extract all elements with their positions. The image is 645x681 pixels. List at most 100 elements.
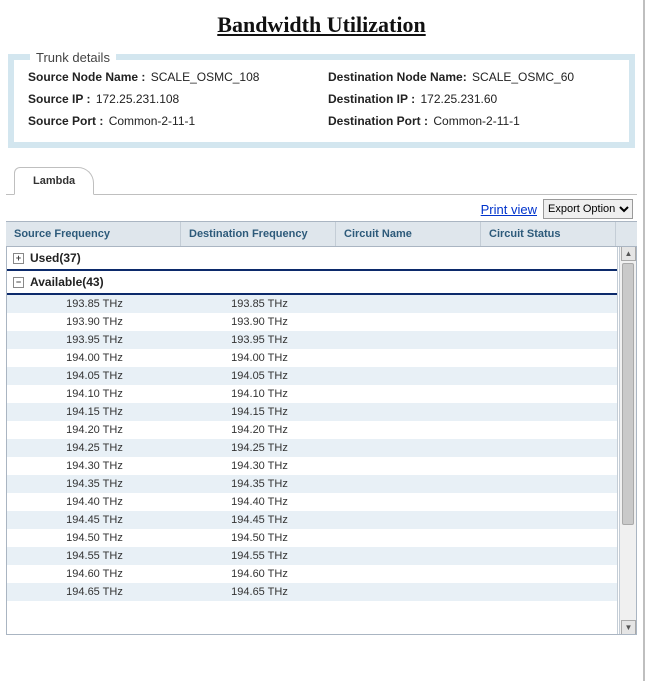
table-row[interactable]: 194.40 THz194.40 THz bbox=[7, 493, 617, 511]
src-port-field: Source Port : Common-2-11-1 bbox=[28, 114, 328, 128]
cell-dst: 194.35 THz bbox=[182, 475, 337, 493]
table-row[interactable]: 194.65 THz194.65 THz bbox=[7, 583, 617, 601]
page-title-text: Bandwidth Utilization bbox=[217, 12, 425, 37]
export-option-select[interactable]: Export Option bbox=[543, 199, 633, 219]
cell-dst: 194.20 THz bbox=[182, 421, 337, 439]
table-row[interactable]: 194.50 THz194.50 THz bbox=[7, 529, 617, 547]
dst-ip-field: Destination IP : 172.25.231.60 bbox=[328, 92, 619, 106]
cell-src: 194.50 THz bbox=[7, 529, 182, 547]
cell-src: 193.85 THz bbox=[7, 295, 182, 313]
cell-src: 194.60 THz bbox=[7, 565, 182, 583]
cell-status bbox=[482, 493, 617, 511]
scroll-thumb[interactable] bbox=[622, 263, 634, 525]
cell-name bbox=[337, 421, 482, 439]
collapse-icon[interactable]: − bbox=[13, 277, 24, 288]
grid-body[interactable]: + Used(37) − Available(43) 193.85 THz193… bbox=[7, 247, 618, 634]
cell-src: 194.10 THz bbox=[7, 385, 182, 403]
trunk-details-panel: Trunk details Source Node Name : SCALE_O… bbox=[8, 54, 635, 148]
cell-name bbox=[337, 583, 482, 601]
cell-dst: 193.90 THz bbox=[182, 313, 337, 331]
cell-src: 194.40 THz bbox=[7, 493, 182, 511]
scroll-down-arrow-icon[interactable]: ▼ bbox=[621, 620, 636, 635]
cell-dst: 194.50 THz bbox=[182, 529, 337, 547]
cell-status bbox=[482, 313, 617, 331]
column-circuit-status[interactable]: Circuit Status bbox=[481, 222, 616, 246]
cell-name bbox=[337, 493, 482, 511]
cell-dst: 194.65 THz bbox=[182, 583, 337, 601]
table-row[interactable]: 194.00 THz194.00 THz bbox=[7, 349, 617, 367]
dst-ip-label: Destination IP : bbox=[328, 92, 415, 106]
cell-src: 194.55 THz bbox=[7, 547, 182, 565]
toolbar: Print view Export Option bbox=[6, 195, 637, 221]
table-row[interactable]: 194.15 THz194.15 THz bbox=[7, 403, 617, 421]
cell-status bbox=[482, 349, 617, 367]
cell-status bbox=[482, 331, 617, 349]
print-view-link[interactable]: Print view bbox=[481, 202, 537, 217]
cell-src: 194.65 THz bbox=[7, 583, 182, 601]
src-port-value: Common-2-11-1 bbox=[109, 114, 195, 128]
table-row[interactable]: 194.35 THz194.35 THz bbox=[7, 475, 617, 493]
cell-src: 194.35 THz bbox=[7, 475, 182, 493]
cell-name bbox=[337, 331, 482, 349]
cell-dst: 194.60 THz bbox=[182, 565, 337, 583]
table-row[interactable]: 193.85 THz193.85 THz bbox=[7, 295, 617, 313]
cell-src: 193.95 THz bbox=[7, 331, 182, 349]
column-circuit-name[interactable]: Circuit Name bbox=[336, 222, 481, 246]
cell-name bbox=[337, 457, 482, 475]
table-row[interactable]: 193.95 THz193.95 THz bbox=[7, 331, 617, 349]
cell-dst: 194.55 THz bbox=[182, 547, 337, 565]
dst-node-field: Destination Node Name: SCALE_OSMC_60 bbox=[328, 70, 619, 84]
src-port-label: Source Port : bbox=[28, 114, 103, 128]
cell-dst: 194.40 THz bbox=[182, 493, 337, 511]
cell-name bbox=[337, 349, 482, 367]
cell-status bbox=[482, 403, 617, 421]
src-node-field: Source Node Name : SCALE_OSMC_108 bbox=[28, 70, 328, 84]
cell-status bbox=[482, 421, 617, 439]
cell-name bbox=[337, 565, 482, 583]
cell-name bbox=[337, 547, 482, 565]
table-row[interactable]: 194.30 THz194.30 THz bbox=[7, 457, 617, 475]
table-row[interactable]: 194.55 THz194.55 THz bbox=[7, 547, 617, 565]
scrollbar-vertical[interactable]: ▲ ▼ bbox=[619, 247, 636, 634]
cell-name bbox=[337, 439, 482, 457]
table-row[interactable]: 194.25 THz194.25 THz bbox=[7, 439, 617, 457]
cell-dst: 193.95 THz bbox=[182, 331, 337, 349]
table-row[interactable]: 194.20 THz194.20 THz bbox=[7, 421, 617, 439]
cell-name bbox=[337, 475, 482, 493]
group-available-label: Available(43) bbox=[30, 275, 104, 289]
src-ip-label: Source IP : bbox=[28, 92, 90, 106]
cell-src: 193.90 THz bbox=[7, 313, 182, 331]
table-row[interactable]: 193.90 THz193.90 THz bbox=[7, 313, 617, 331]
tab-lambda[interactable]: Lambda bbox=[14, 167, 94, 195]
src-node-value: SCALE_OSMC_108 bbox=[151, 70, 260, 84]
cell-status bbox=[482, 547, 617, 565]
table-row[interactable]: 194.45 THz194.45 THz bbox=[7, 511, 617, 529]
dst-port-label: Destination Port : bbox=[328, 114, 428, 128]
cell-status bbox=[482, 295, 617, 313]
cell-dst: 194.30 THz bbox=[182, 457, 337, 475]
scroll-up-arrow-icon[interactable]: ▲ bbox=[621, 247, 636, 261]
cell-dst: 194.15 THz bbox=[182, 403, 337, 421]
cell-src: 194.45 THz bbox=[7, 511, 182, 529]
cell-status bbox=[482, 565, 617, 583]
cell-status bbox=[482, 583, 617, 601]
cell-dst: 193.85 THz bbox=[182, 295, 337, 313]
group-used-row[interactable]: + Used(37) bbox=[7, 247, 617, 271]
cell-name bbox=[337, 403, 482, 421]
cell-status bbox=[482, 475, 617, 493]
table-row[interactable]: 194.10 THz194.10 THz bbox=[7, 385, 617, 403]
table-row[interactable]: 194.60 THz194.60 THz bbox=[7, 565, 617, 583]
group-available-row[interactable]: − Available(43) bbox=[7, 271, 617, 295]
column-source-frequency[interactable]: Source Frequency bbox=[6, 222, 181, 246]
grid-header: Source Frequency Destination Frequency C… bbox=[6, 221, 637, 247]
column-scroll-spacer bbox=[616, 222, 632, 246]
cell-src: 194.25 THz bbox=[7, 439, 182, 457]
tab-bar: Lambda bbox=[6, 166, 637, 195]
expand-icon[interactable]: + bbox=[13, 253, 24, 264]
cell-status bbox=[482, 367, 617, 385]
column-destination-frequency[interactable]: Destination Frequency bbox=[181, 222, 336, 246]
cell-status bbox=[482, 511, 617, 529]
cell-status bbox=[482, 439, 617, 457]
page-title: Bandwidth Utilization bbox=[6, 12, 637, 38]
table-row[interactable]: 194.05 THz194.05 THz bbox=[7, 367, 617, 385]
